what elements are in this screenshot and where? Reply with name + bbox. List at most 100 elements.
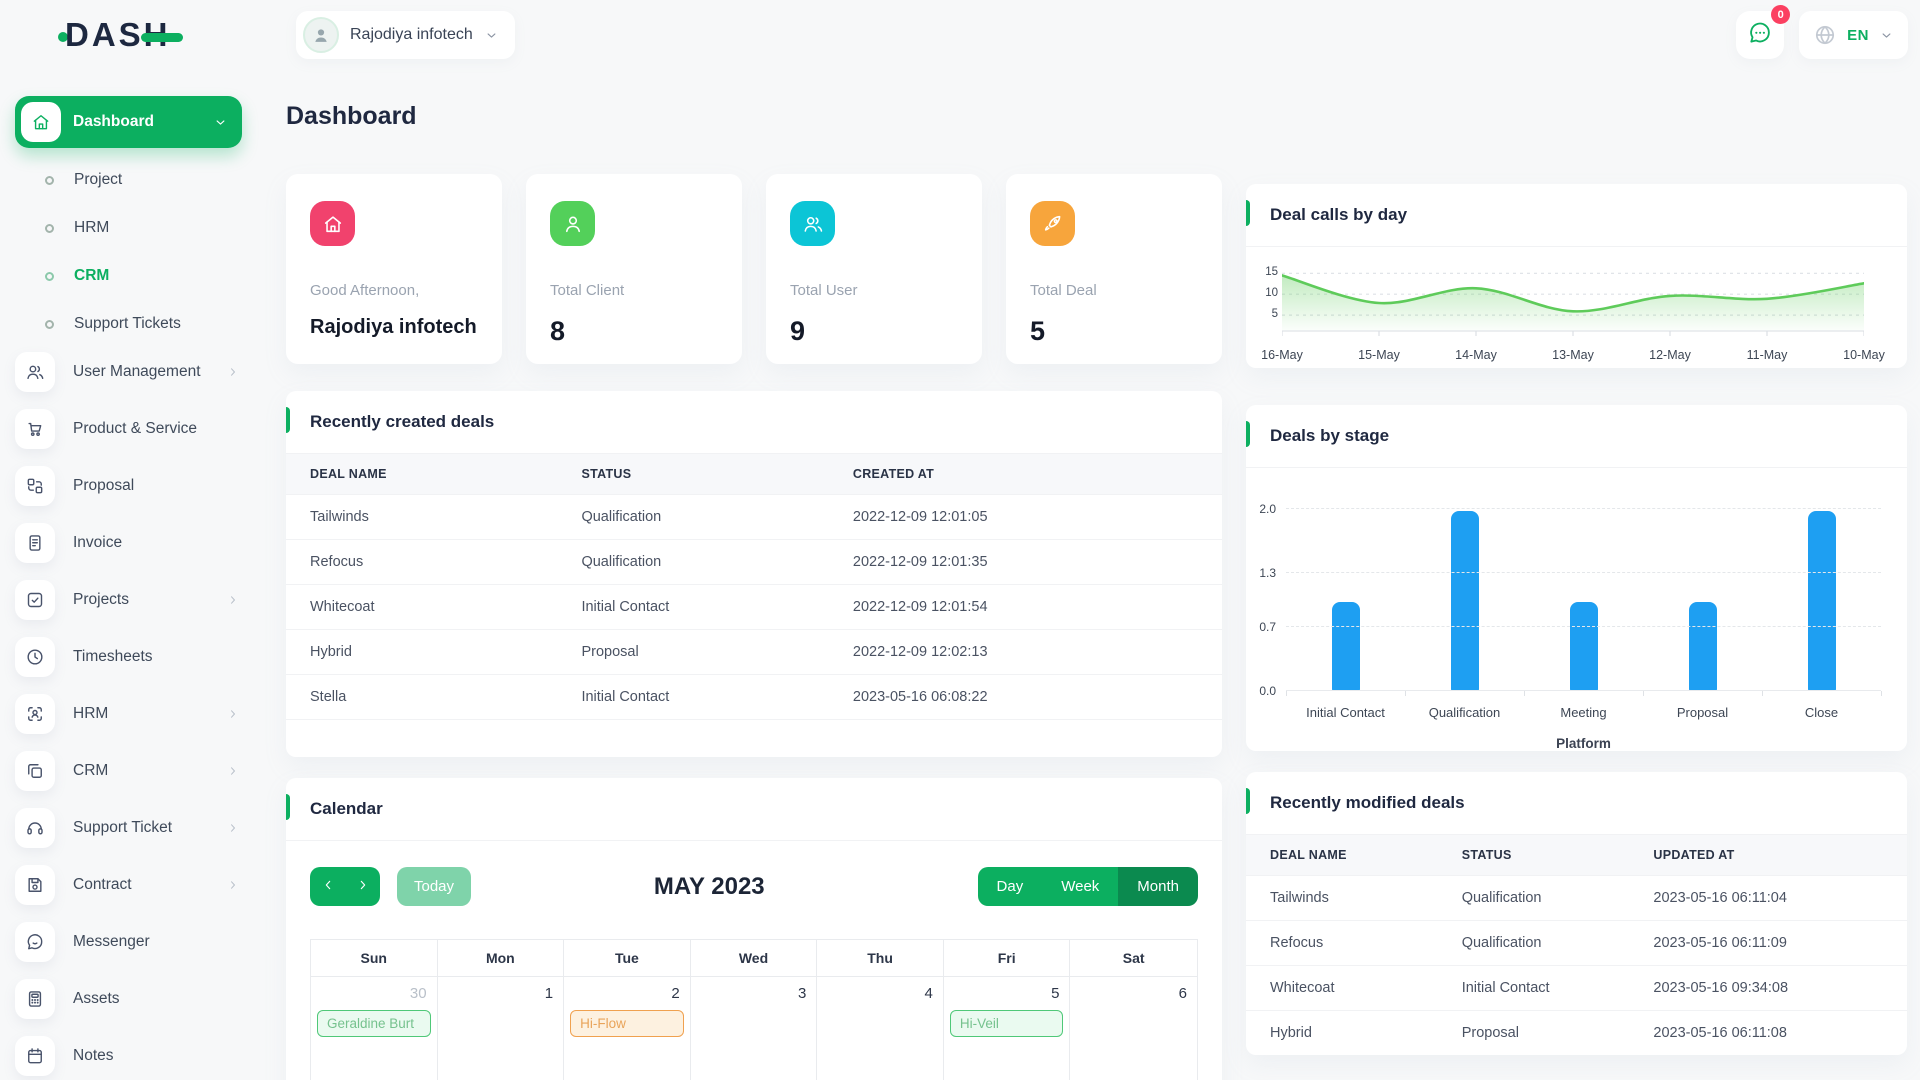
table-cell: 2022-12-09 12:01:54	[828, 584, 1222, 630]
bar	[1688, 602, 1717, 691]
stat-card-total-deal: Total Deal 5	[1006, 174, 1222, 364]
sidebar-item-hrm[interactable]: HRM	[15, 694, 242, 734]
users-icon	[15, 352, 55, 392]
sidebar-subitem-hrm[interactable]: HRM	[15, 204, 242, 252]
calendar-grid: Sun Mon Tue Wed Thu Fri Sat 30 Geraldine Burt 1 2…	[310, 939, 1198, 1080]
calendar-day-cell[interactable]: 3	[691, 977, 818, 1080]
calendar-next-button[interactable]	[345, 867, 380, 906]
column-header: CREATED AT	[828, 454, 1222, 495]
table-cell: Qualification	[1437, 920, 1630, 966]
circle-bullet-icon	[45, 319, 54, 329]
y-axis-tick-label: 1.3	[1259, 565, 1276, 580]
sidebar-item-user-management[interactable]: User Management	[15, 352, 242, 392]
bar	[1450, 511, 1479, 691]
x-axis-tick-label: 13-May	[1552, 348, 1594, 362]
sidebar-item-contract[interactable]: Contract	[15, 865, 242, 905]
sidebar-item-label: Proposal	[73, 477, 135, 494]
sidebar-subitem-project[interactable]: Project	[15, 156, 242, 204]
calendar-day-name: Tue	[564, 940, 691, 976]
y-axis-tick-label: 2.0	[1259, 502, 1276, 516]
bar	[1569, 602, 1598, 691]
calendar-event[interactable]: Hi-Flow	[570, 1010, 684, 1037]
calendar-day-name: Thu	[817, 940, 944, 976]
sidebar-subitem-label: Support Tickets	[74, 315, 181, 332]
x-axis-tick-label: 14-May	[1455, 348, 1497, 362]
sidebar-item-label: Dashboard	[73, 113, 154, 130]
calendar-view-month-button[interactable]: Month	[1118, 867, 1198, 906]
sidebar-item-label: HRM	[73, 705, 109, 722]
chevron-right-icon	[226, 365, 240, 379]
circle-bullet-icon	[45, 175, 54, 185]
language-selector[interactable]: EN	[1799, 11, 1908, 59]
sidebar-item-label: Timesheets	[73, 648, 153, 665]
calendar-event[interactable]: Geraldine Burt	[317, 1010, 431, 1037]
y-axis-tick-label: 15	[1265, 266, 1278, 279]
table-cell: Qualification	[557, 494, 829, 540]
table-cell: Qualification	[1437, 875, 1630, 921]
calendar-day-name: Sun	[311, 940, 438, 976]
sidebar-item-dashboard[interactable]: Dashboard	[15, 96, 242, 148]
calendar-day-cell[interactable]: 2 Hi-Flow	[564, 977, 691, 1080]
deals-by-stage-panel: Deals by stage 0.0 0.7 1.3 2.0 Initial Cont…	[1246, 405, 1907, 751]
calendar-day-cell[interactable]: 4	[817, 977, 944, 1080]
chevron-right-icon	[226, 707, 240, 721]
notes-icon	[15, 1036, 55, 1076]
calendar-day-cell[interactable]: 5 Hi-Veil	[944, 977, 1071, 1080]
sidebar-item-assets[interactable]: Assets	[15, 979, 242, 1019]
table-cell: 2023-05-16 06:11:04	[1629, 875, 1907, 921]
table-cell: Whitecoat	[286, 584, 558, 630]
messages-button[interactable]: 0	[1736, 5, 1791, 59]
top-header: DASH Rajodiya infotech 0 EN	[0, 0, 1920, 72]
stat-value: 8	[550, 316, 566, 346]
calendar-day-name: Sat	[1122, 950, 1145, 966]
table-footer	[286, 719, 1222, 757]
calendar-panel: Calendar Today MAY 2023 Day Week Month Sun…	[286, 778, 1222, 1080]
calendar-view-week-button[interactable]: Week	[1042, 867, 1119, 906]
cart-icon	[15, 409, 55, 449]
sidebar-item-crm[interactable]: CRM	[15, 751, 242, 791]
sidebar-item-product-service[interactable]: Product & Service	[15, 409, 242, 449]
sidebar-subitem-crm[interactable]: CRM	[15, 252, 242, 300]
sidebar-subitem-support-tickets[interactable]: Support Tickets	[15, 300, 242, 348]
calendar-day-cell[interactable]: 30 Geraldine Burt	[311, 977, 438, 1080]
sidebar-item-timesheets[interactable]: Timesheets	[15, 637, 242, 677]
column-header: STATUS	[1437, 835, 1630, 876]
company-selector[interactable]: Rajodiya infotech	[296, 11, 515, 59]
sidebar-item-projects[interactable]: Projects	[15, 580, 242, 620]
bar	[1807, 511, 1836, 691]
sidebar-item-label: Product & Service	[73, 420, 198, 437]
sidebar-item-messenger[interactable]: Messenger	[15, 922, 242, 962]
column-header: DEAL NAME	[1246, 835, 1438, 876]
brand-logo[interactable]: DASH	[58, 16, 183, 54]
sidebar-item-label: Notes	[73, 1047, 114, 1064]
language-code: EN	[1847, 26, 1869, 44]
circle-bullet-icon	[45, 271, 54, 281]
calendar-day-cell[interactable]: 1	[438, 977, 565, 1080]
calendar-date-number: 2	[671, 985, 680, 1002]
calendar-event[interactable]: Hi-Veil	[949, 1010, 1064, 1037]
column-header: DEAL NAME	[286, 454, 558, 495]
header-actions: 0 EN	[1736, 5, 1908, 59]
calendar-month-title: MAY 2023	[653, 872, 765, 900]
calendar-day-cell[interactable]: 6	[1070, 977, 1197, 1080]
calendar-prev-button[interactable]	[310, 867, 345, 906]
calendar-date-number: 4	[924, 985, 933, 1002]
x-axis-category-label: Proposal	[1676, 705, 1729, 720]
chevron-down-icon	[484, 28, 499, 43]
sidebar-item-support-ticket[interactable]: Support Ticket	[15, 808, 242, 848]
x-axis-tick-label: 15-May	[1358, 348, 1400, 362]
table-row: Whitecoat Initial Contact 2022-12-09 12:01…	[286, 584, 1222, 630]
calendar-date-number: 3	[797, 985, 807, 1002]
calendar-today-button[interactable]: Today	[397, 867, 472, 906]
sidebar-item-notes[interactable]: Notes	[15, 1036, 242, 1076]
clock-icon	[15, 637, 55, 677]
sidebar-item-invoice[interactable]: Invoice	[15, 523, 242, 563]
bar-chart-xlabel: Platform	[1556, 736, 1611, 751]
sidebar-item-proposal[interactable]: Proposal	[15, 466, 242, 506]
deal-calls-chart: 5 10 15 16-May 15-May 14-May 13-May 12-May 11-M…	[1246, 247, 1907, 368]
home-icon	[21, 102, 61, 142]
calendar-view-day-button[interactable]: Day	[977, 867, 1043, 906]
y-axis-tick-label: 0.7	[1259, 620, 1276, 635]
table-cell: Proposal	[557, 629, 829, 675]
chevron-right-icon	[355, 877, 371, 897]
